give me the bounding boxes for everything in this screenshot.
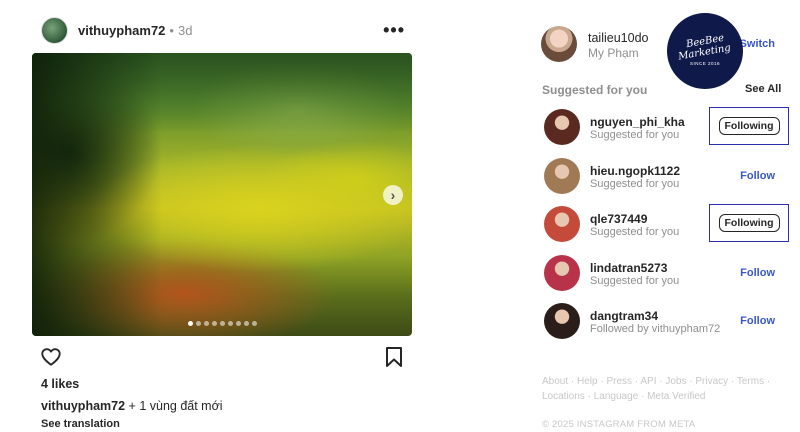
current-account-avatar[interactable] — [541, 26, 577, 62]
follow-button[interactable]: Follow — [740, 315, 775, 327]
suggestion-item: qle737449 Suggested for you Following — [544, 204, 792, 253]
carousel-dot — [243, 321, 249, 326]
footer-links-line2[interactable]: Locations · Language · Meta Verified — [542, 389, 782, 404]
suggestion-username[interactable]: hieu.ngopk1122 — [590, 164, 680, 178]
heart-icon[interactable] — [40, 346, 62, 368]
carousel-dots — [32, 321, 412, 326]
suggestion-item: dangtram34 Followed by vithuypham72 Foll… — [544, 301, 792, 350]
suggestion-item: lindatran5273 Suggested for you Follow — [544, 253, 792, 302]
carousel-dot — [227, 321, 233, 326]
post-time-separator: • — [169, 22, 174, 38]
carousel-dot — [219, 321, 225, 326]
see-all-button[interactable]: See All — [745, 83, 781, 95]
see-translation-link[interactable]: See translation — [41, 418, 120, 430]
more-horizontal-icon[interactable]: ••• — [383, 20, 405, 41]
following-highlight-box: Following — [709, 204, 789, 242]
likes-count[interactable]: 4 likes — [41, 377, 79, 391]
following-highlight-box: Following — [709, 107, 789, 145]
suggestion-avatar[interactable] — [544, 109, 580, 145]
suggestion-avatar[interactable] — [544, 254, 580, 291]
footer-links: About · Help · Press · API · Jobs · Priv… — [542, 374, 782, 404]
carousel-next-icon[interactable]: › — [383, 185, 403, 205]
post-photo-shadow — [32, 53, 162, 336]
switch-account-button[interactable]: Switch — [740, 38, 775, 50]
bookmark-icon[interactable] — [384, 346, 404, 368]
follow-button[interactable]: Follow — [740, 170, 775, 182]
brand-logo-since: SINCE 2016 — [689, 61, 720, 66]
post-author-avatar[interactable] — [41, 16, 68, 44]
suggestions-list: nguyen_phi_kha Suggested for you Followi… — [544, 107, 792, 350]
carousel-dot-active — [187, 321, 193, 326]
suggestion-subtitle: Suggested for you — [590, 274, 680, 287]
following-button[interactable]: Following — [718, 214, 780, 232]
footer-links-line1[interactable]: About · Help · Press · API · Jobs · Priv… — [542, 374, 782, 389]
suggestion-username[interactable]: nguyen_phi_kha — [590, 115, 685, 129]
post-header: vithuypham72 • 3d ••• — [41, 16, 413, 44]
suggestion-subtitle: Suggested for you — [590, 129, 680, 141]
suggestion-item: nguyen_phi_kha Suggested for you Followi… — [544, 107, 792, 156]
suggestion-item: hieu.ngopk1122 Suggested for you Follow — [544, 156, 792, 205]
carousel-dot — [195, 321, 201, 326]
current-account-username[interactable]: tailieu10do — [588, 31, 648, 45]
suggestion-avatar[interactable] — [544, 157, 580, 194]
carousel-dot — [203, 321, 209, 326]
suggestion-subtitle: Followed by vithuypham72 — [590, 323, 721, 335]
brand-logo-watermark: BeeBee Marketing SINCE 2016 — [667, 13, 743, 89]
caption-text: + 1 vùng đất mới — [128, 399, 223, 413]
post-time: 3d — [177, 22, 193, 38]
carousel-dot — [235, 321, 241, 326]
suggestion-username[interactable]: qle737449 — [590, 212, 647, 226]
footer-copyright: © 2025 INSTAGRAM FROM META — [542, 419, 696, 430]
follow-button[interactable]: Follow — [740, 267, 775, 279]
caption-username[interactable]: vithuypham72 — [41, 399, 125, 413]
suggestion-username[interactable]: dangtram34 — [590, 309, 658, 323]
suggestion-subtitle: Suggested for you — [590, 177, 680, 190]
post-image-carousel[interactable]: › — [32, 53, 412, 336]
carousel-dot — [251, 321, 257, 326]
suggestion-avatar[interactable] — [544, 303, 580, 339]
current-account-name: My Phạm — [588, 46, 639, 60]
post-caption: vithuypham72 + 1 vùng đất mới — [41, 399, 223, 413]
suggestions-title: Suggested for you — [542, 83, 648, 97]
suggestion-avatar[interactable] — [544, 206, 580, 242]
suggestion-username[interactable]: lindatran5273 — [590, 261, 667, 275]
post-actions — [40, 346, 404, 368]
carousel-dot — [211, 321, 217, 326]
following-button[interactable]: Following — [718, 117, 780, 135]
suggestion-subtitle: Suggested for you — [590, 226, 680, 238]
post-author-username[interactable]: vithuypham72 — [78, 23, 165, 38]
